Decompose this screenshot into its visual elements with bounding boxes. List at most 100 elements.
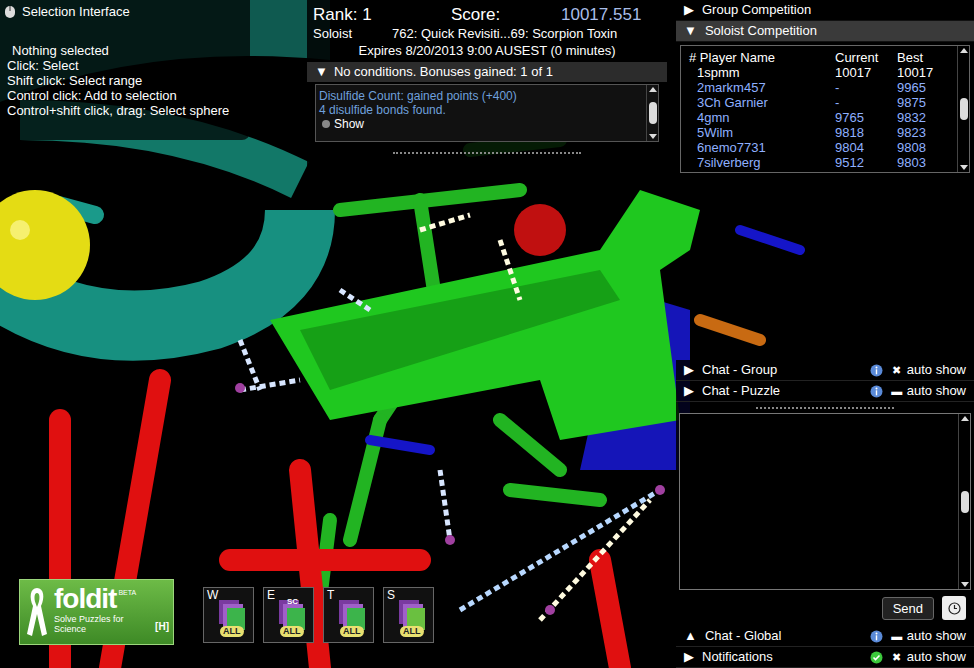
chat-log[interactable] bbox=[679, 413, 971, 590]
player-rank: 3 bbox=[697, 95, 704, 110]
auto-show-check[interactable]: ▬ bbox=[891, 382, 903, 400]
player-name[interactable]: Wilm bbox=[704, 125, 733, 140]
scroll-down-icon[interactable] bbox=[649, 134, 657, 139]
toggle-icon[interactable]: ▶ bbox=[684, 361, 694, 379]
player-cell[interactable]: 1spmm bbox=[689, 65, 835, 80]
player-rank: 7 bbox=[697, 155, 704, 170]
leaderboard-row[interactable]: 5Wilm98189823 bbox=[689, 125, 955, 140]
scroll-down-icon[interactable] bbox=[961, 582, 969, 587]
scroll-down-icon[interactable] bbox=[960, 165, 968, 170]
auto-show-check[interactable]: ▬ bbox=[891, 627, 903, 645]
resize-handle[interactable] bbox=[393, 152, 581, 156]
column-header[interactable]: Current bbox=[835, 50, 897, 65]
scrollbar[interactable] bbox=[958, 414, 970, 589]
leaderboard-row[interactable]: 6nemo773198049808 bbox=[689, 140, 955, 155]
toggle-icon[interactable]: ▶ bbox=[684, 1, 694, 19]
column-header[interactable]: Best bbox=[897, 50, 955, 65]
chat-section[interactable]: ▶ Chat - Puzzle ▬auto show bbox=[676, 381, 974, 402]
competition-panel: ▶ Group Competition ▼ Soloist Competition # … bbox=[676, 0, 974, 176]
competition-section[interactable]: ▼ Soloist Competition bbox=[676, 21, 974, 42]
auto-show-toggle[interactable]: ✖auto show bbox=[891, 361, 966, 379]
leaderboard-row[interactable]: 1spmm1001710017 bbox=[689, 65, 955, 80]
scroll-thumb[interactable] bbox=[961, 491, 969, 513]
player-name[interactable]: Ch Garnier bbox=[704, 95, 768, 110]
player-cell[interactable]: 7silverberg bbox=[689, 155, 835, 170]
show-icon[interactable] bbox=[322, 120, 330, 128]
auto-show-check[interactable]: ✖ bbox=[891, 361, 903, 379]
section-label[interactable]: Soloist Competition bbox=[705, 22, 817, 40]
selection-title: Selection Interface bbox=[22, 4, 130, 19]
auto-show-label[interactable]: auto show bbox=[907, 648, 966, 666]
leaderboard-row[interactable]: 4gmn97659832 bbox=[689, 110, 955, 125]
auto-show-check[interactable]: ✖ bbox=[891, 648, 903, 666]
chat-label[interactable]: Chat - Global bbox=[705, 627, 862, 645]
auto-show-label[interactable]: auto show bbox=[907, 627, 966, 645]
helix[interactable] bbox=[0, 0, 330, 326]
auto-show-toggle[interactable]: ▬auto show bbox=[891, 382, 966, 400]
chat-section[interactable]: ▲ Chat - Global ▬auto show bbox=[676, 626, 974, 647]
player-rank: 1 bbox=[697, 65, 704, 80]
scroll-up-icon[interactable] bbox=[961, 416, 969, 421]
leaderboard-row[interactable]: 2markm457-9965 bbox=[689, 80, 955, 95]
column-header[interactable]: # Player Name bbox=[689, 50, 835, 65]
leaderboard-row[interactable]: 3Ch Garnier-9875 bbox=[689, 95, 955, 110]
player-cell[interactable]: 6nemo7731 bbox=[689, 140, 835, 155]
conditions-header[interactable]: ▼ No conditions. Bonuses gained: 1 of 1 bbox=[307, 62, 667, 82]
scroll-up-icon[interactable] bbox=[649, 87, 657, 92]
player-name[interactable]: markm457 bbox=[704, 80, 765, 95]
tool-button[interactable]: WALL bbox=[203, 587, 254, 643]
scrollbar[interactable] bbox=[646, 85, 658, 141]
player-name[interactable]: gmn bbox=[704, 110, 729, 125]
auto-show-label[interactable]: auto show bbox=[907, 361, 966, 379]
best-score: 9832 bbox=[897, 110, 955, 125]
player-cell[interactable]: 5Wilm bbox=[689, 125, 835, 140]
chat-messages[interactable] bbox=[680, 414, 958, 589]
foldit-logo[interactable]: folditBETASolve Puzzles for Science[H] bbox=[19, 579, 174, 645]
tool-badge: ALL bbox=[280, 626, 304, 637]
clock-icon bbox=[948, 602, 961, 615]
chat-label[interactable]: Chat - Puzzle bbox=[702, 382, 862, 400]
bonus-box: Disulfide Count: gained points (+400)4 d… bbox=[315, 84, 659, 142]
logo-badge: BETA bbox=[118, 584, 136, 598]
show-label[interactable]: Show bbox=[334, 117, 364, 131]
conditions-text: No conditions. Bonuses gained: 1 of 1 bbox=[334, 63, 553, 81]
scroll-up-icon[interactable] bbox=[960, 48, 968, 53]
tool-button[interactable]: ESCALL bbox=[263, 587, 314, 643]
chat-section[interactable]: ▶ Notifications ✖auto show bbox=[676, 647, 974, 668]
scroll-thumb[interactable] bbox=[960, 98, 968, 120]
chat-label[interactable]: Chat - Group bbox=[702, 361, 862, 379]
best-score: 9823 bbox=[897, 125, 955, 140]
player-cell[interactable]: 2markm457 bbox=[689, 80, 835, 95]
player-name[interactable]: spmm bbox=[704, 65, 739, 80]
player-name[interactable]: silverberg bbox=[704, 155, 760, 170]
auto-show-toggle[interactable]: ✖auto show bbox=[891, 648, 966, 666]
toggle-icon[interactable]: ▲ bbox=[684, 627, 697, 645]
auto-show-label[interactable]: auto show bbox=[907, 382, 966, 400]
timestamp-button[interactable] bbox=[942, 596, 966, 620]
tool-button[interactable]: SALL bbox=[383, 587, 434, 643]
toggle-icon[interactable]: ▼ bbox=[684, 22, 697, 40]
scroll-thumb[interactable] bbox=[649, 102, 657, 124]
tool-badge: ALL bbox=[340, 626, 364, 637]
selection-panel: Selection InterfaceNothing selectedClick… bbox=[0, 0, 250, 140]
leaderboard-row[interactable]: 7silverberg95129803 bbox=[689, 155, 955, 170]
send-button[interactable]: Send bbox=[882, 597, 934, 620]
scrollbar[interactable] bbox=[957, 46, 969, 172]
player-name[interactable]: nemo7731 bbox=[704, 140, 765, 155]
toggle-icon[interactable]: ▼ bbox=[315, 63, 328, 81]
toggle-icon[interactable]: ▶ bbox=[684, 382, 694, 400]
auto-show-toggle[interactable]: ▬auto show bbox=[891, 627, 966, 645]
section-label[interactable]: Group Competition bbox=[702, 1, 811, 19]
player-cell[interactable]: 4gmn bbox=[689, 110, 835, 125]
resize-handle[interactable] bbox=[756, 407, 894, 409]
chat-section[interactable]: ▶ Chat - Group ✖auto show bbox=[676, 360, 974, 381]
competition-section[interactable]: ▶ Group Competition bbox=[676, 0, 974, 21]
tool-button[interactable]: TALL bbox=[323, 587, 374, 643]
expires: Expires 8/20/2013 9:00 AUSEST (0 minutes… bbox=[313, 42, 661, 60]
toggle-icon[interactable]: ▶ bbox=[684, 648, 694, 666]
current-score: 9512 bbox=[835, 155, 897, 170]
show-button[interactable]: Show bbox=[319, 117, 643, 131]
logo-bottom: Solve Puzzles for Science[H] bbox=[54, 614, 169, 634]
player-cell[interactable]: 3Ch Garnier bbox=[689, 95, 835, 110]
chat-label[interactable]: Notifications bbox=[702, 648, 862, 666]
